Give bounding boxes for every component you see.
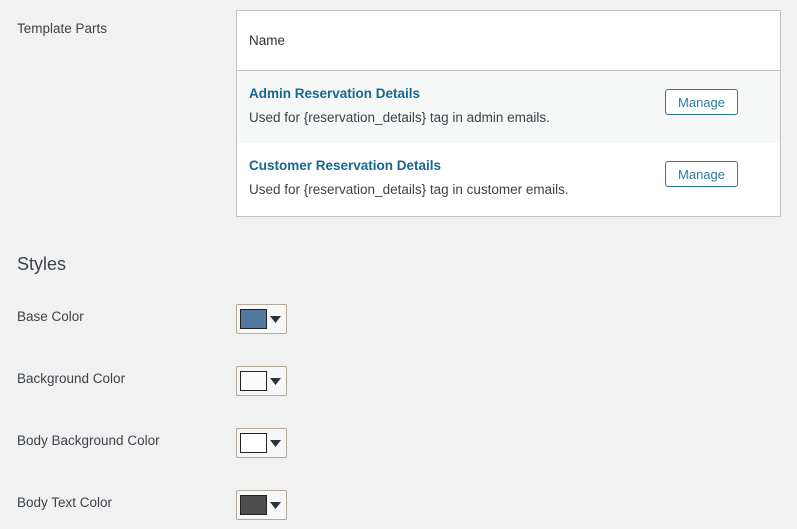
chevron-down-icon[interactable]: [267, 491, 283, 519]
template-part-description: Used for {reservation_details} tag in cu…: [249, 181, 569, 197]
body-background-color-picker[interactable]: [236, 428, 287, 458]
base-color-swatch[interactable]: [240, 309, 267, 329]
template-part-link-admin[interactable]: Admin Reservation Details: [249, 85, 550, 103]
background-color-picker[interactable]: [236, 366, 287, 396]
base-color-picker[interactable]: [236, 304, 287, 334]
style-row-background-color: Background Color: [0, 366, 797, 398]
body-text-color-label: Body Text Color: [17, 495, 113, 510]
body-text-color-swatch[interactable]: [240, 495, 267, 515]
manage-button-customer[interactable]: Manage: [665, 161, 738, 188]
manage-button-admin[interactable]: Manage: [665, 89, 738, 115]
style-row-base-color: Base Color: [0, 304, 797, 336]
table-header-row: Name: [237, 11, 780, 71]
table-row: Admin Reservation Details Used for {rese…: [237, 71, 780, 144]
style-row-body-text-color: Body Text Color: [0, 490, 797, 522]
template-part-description: Used for {reservation_details} tag in ad…: [249, 109, 550, 125]
body-text-color-picker[interactable]: [236, 490, 287, 520]
table-row-content: Admin Reservation Details Used for {rese…: [249, 85, 550, 127]
template-parts-table: Name Admin Reservation Details Used for …: [236, 10, 781, 217]
template-part-link-customer[interactable]: Customer Reservation Details: [249, 157, 569, 175]
body-background-color-swatch[interactable]: [240, 433, 267, 453]
background-color-swatch[interactable]: [240, 371, 267, 391]
chevron-down-icon[interactable]: [267, 367, 283, 395]
body-background-color-label: Body Background Color: [17, 433, 160, 448]
template-parts-label: Template Parts: [17, 21, 108, 36]
styles-heading: Styles: [17, 254, 67, 274]
column-header-name: Name: [249, 33, 286, 48]
base-color-label: Base Color: [17, 309, 84, 324]
background-color-label: Background Color: [17, 371, 126, 386]
chevron-down-icon[interactable]: [267, 429, 283, 457]
table-row: Customer Reservation Details Used for {r…: [237, 143, 780, 216]
table-row-content: Customer Reservation Details Used for {r…: [249, 157, 569, 199]
chevron-down-icon[interactable]: [267, 305, 283, 333]
style-row-body-background-color: Body Background Color: [0, 428, 797, 460]
